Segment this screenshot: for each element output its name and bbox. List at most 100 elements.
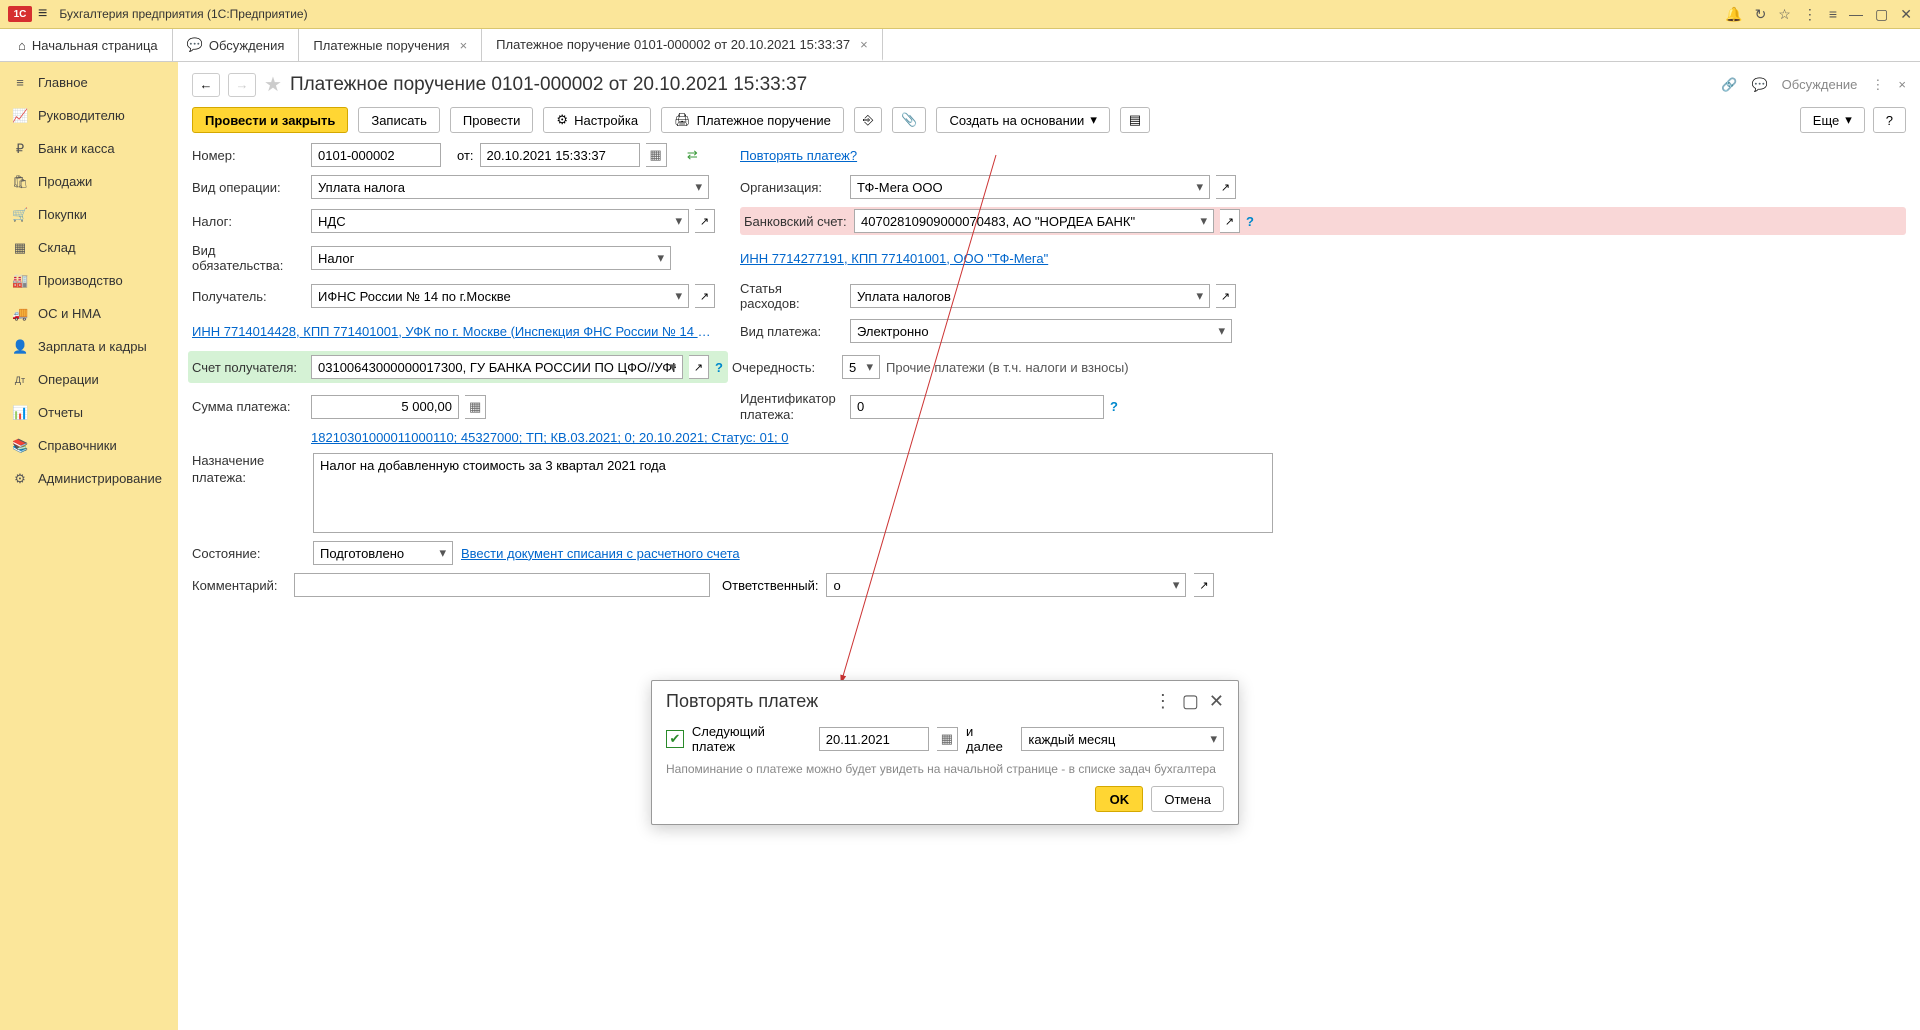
ok-button[interactable]: OK — [1095, 786, 1143, 812]
hamburger-icon[interactable]: ≡ — [38, 5, 47, 23]
open-icon[interactable]: ↗ — [1194, 573, 1214, 597]
open-icon[interactable]: ↗ — [695, 284, 715, 308]
recipient-inn-link[interactable]: ИНН 7714014428, КПП 771401001, УФК по г.… — [192, 324, 712, 339]
write-button[interactable]: Записать — [358, 107, 440, 133]
kebab-icon[interactable]: ⋮ — [1871, 77, 1884, 93]
post-close-button[interactable]: Провести и закрыть — [192, 107, 348, 133]
responsible-value: о — [833, 578, 840, 593]
create-based-label: Создать на основании — [949, 113, 1084, 128]
sidebar-item-main[interactable]: ≡Главное — [0, 66, 178, 99]
requisites-link[interactable]: 18210301000011000110; 45327000; ТП; КВ.0… — [311, 430, 789, 445]
state-select[interactable]: Подготовлено — [313, 541, 453, 565]
open-icon[interactable]: ↗ — [1216, 284, 1236, 308]
sidebar-item-purchases[interactable]: 🛒Покупки — [0, 198, 178, 231]
more-button[interactable]: Еще ▾ — [1800, 107, 1865, 133]
open-icon[interactable]: ↗ — [689, 355, 709, 379]
close-window-icon[interactable]: ✕ — [1900, 6, 1912, 23]
tab-payment-orders[interactable]: Платежные поручения × — [299, 29, 482, 61]
close-doc-icon[interactable]: × — [1898, 77, 1906, 92]
comment-input[interactable] — [294, 573, 710, 597]
sidebar-item-assets[interactable]: 🚚ОС и НМА — [0, 297, 178, 330]
star-icon[interactable]: ☆ — [1778, 6, 1791, 23]
close-icon[interactable]: × — [860, 37, 868, 52]
nav-back-button[interactable]: ← — [192, 73, 220, 97]
sidebar-item-admin[interactable]: ⚙Администрирование — [0, 462, 178, 495]
sidebar-item-sales[interactable]: 🛍Продажи — [0, 165, 178, 198]
sidebar-item-operations[interactable]: ДтОперации — [0, 363, 178, 396]
sidebar-item-hr[interactable]: 👤Зарплата и кадры — [0, 330, 178, 363]
period-select[interactable]: каждый месяц — [1021, 727, 1224, 751]
maximize-icon[interactable]: ▢ — [1875, 6, 1888, 23]
sidebar-item-manager[interactable]: 📈Руководителю — [0, 99, 178, 132]
next-date-input[interactable] — [819, 727, 929, 751]
amount-input[interactable] — [311, 395, 459, 419]
tax-select[interactable]: НДС — [311, 209, 689, 233]
help-icon[interactable]: ? — [715, 360, 723, 375]
post-button[interactable]: Провести — [450, 107, 534, 133]
favorite-star-icon[interactable]: ★ — [264, 72, 282, 97]
payment-order-button[interactable]: 🖨Платежное поручение — [661, 107, 844, 133]
open-icon[interactable]: ↗ — [1220, 209, 1240, 233]
close-icon[interactable]: × — [460, 38, 468, 53]
discussion-label[interactable]: Обсуждение — [1782, 77, 1858, 92]
recipient-select[interactable]: ИФНС России № 14 по г.Москве — [311, 284, 689, 308]
repeat-payment-link[interactable]: Повторять платеж? — [740, 148, 857, 163]
content: ← → ★ Платежное поручение 0101-000002 от… — [178, 62, 1920, 1030]
optype-select[interactable]: Уплата налога — [311, 175, 709, 199]
sidebar-item-production[interactable]: 🏭Производство — [0, 264, 178, 297]
calc-icon[interactable]: ▦ — [465, 395, 486, 419]
create-based-button[interactable]: Создать на основании ▾ — [936, 107, 1109, 133]
org-inn-link[interactable]: ИНН 7714277191, КПП 771401001, ООО "ТФ-М… — [740, 251, 1048, 266]
link-icon[interactable]: 🔗 — [1721, 77, 1737, 93]
expense-select[interactable]: Уплата налогов — [850, 284, 1210, 308]
bag-icon: 🛍 — [12, 174, 28, 190]
settings-button[interactable]: ⚙Настройка — [543, 107, 651, 133]
history-icon[interactable]: ↻ — [1755, 6, 1767, 23]
kebab-icon[interactable]: ⋮ — [1154, 691, 1172, 712]
priority-select[interactable]: 5 — [842, 355, 880, 379]
sidebar-item-bank[interactable]: ₽Банк и касса — [0, 132, 178, 165]
tab-discussions-label: Обсуждения — [209, 38, 285, 53]
titlebar: 1C ≡ Бухгалтерия предприятия (1С:Предпри… — [0, 0, 1920, 29]
date-input[interactable] — [480, 143, 640, 167]
discussion-icon[interactable]: 💬 — [1751, 77, 1767, 93]
bell-icon[interactable]: 🔔 — [1725, 6, 1742, 23]
cancel-button[interactable]: Отмена — [1151, 786, 1224, 812]
attach-button[interactable]: 📎 — [892, 107, 926, 133]
open-icon[interactable]: ↗ — [1216, 175, 1236, 199]
obligation-select[interactable]: Налог — [311, 246, 671, 270]
help-icon[interactable]: ? — [1110, 399, 1118, 414]
help-icon[interactable]: ? — [1246, 214, 1254, 229]
sidebar-item-catalogs[interactable]: 📚Справочники — [0, 429, 178, 462]
calendar-icon[interactable]: ▦ — [646, 143, 667, 167]
dt-kt-button[interactable]: ▤ — [1120, 107, 1150, 133]
nav-forward-button[interactable]: → — [228, 73, 256, 97]
org-select[interactable]: ТФ-Мега ООО — [850, 175, 1210, 199]
exchange-icon[interactable]: ⇄ — [687, 147, 698, 163]
purpose-textarea[interactable] — [313, 453, 1273, 533]
recip-acc-select[interactable]: 03100643000000017300, ГУ БАНКА РОССИИ ПО… — [311, 355, 683, 379]
tab-payment-order-doc[interactable]: Платежное поручение 0101-000002 от 20.10… — [482, 29, 882, 61]
paytype-select[interactable]: Электронно — [850, 319, 1232, 343]
bank-select[interactable]: 40702810909000070483, АО "НОРДЕА БАНК" — [854, 209, 1214, 233]
sidebar: ≡Главное 📈Руководителю ₽Банк и касса 🛍Пр… — [0, 62, 178, 1030]
close-icon[interactable]: ✕ — [1209, 691, 1224, 712]
maximize-icon[interactable]: ▢ — [1182, 691, 1199, 712]
sidebar-item-reports[interactable]: 📊Отчеты — [0, 396, 178, 429]
app-logo: 1C — [8, 6, 32, 22]
ident-input[interactable] — [850, 395, 1104, 419]
minimize-icon[interactable]: — — [1849, 6, 1863, 22]
structure-button[interactable]: ⎆ — [854, 107, 882, 133]
sidebar-item-stock[interactable]: ▦Склад — [0, 231, 178, 264]
open-icon[interactable]: ↗ — [695, 209, 715, 233]
more-lines-icon[interactable]: ≡ — [1829, 6, 1837, 22]
next-payment-checkbox[interactable]: ✔ — [666, 730, 684, 748]
create-writeoff-link[interactable]: Ввести документ списания с расчетного сч… — [461, 546, 740, 561]
number-input[interactable] — [311, 143, 441, 167]
responsible-select[interactable]: о — [826, 573, 1186, 597]
help-button[interactable]: ? — [1873, 107, 1906, 133]
options-icon[interactable]: ⋮ — [1803, 6, 1817, 23]
tab-home[interactable]: ⌂ Начальная страница — [4, 29, 173, 61]
tab-discussions[interactable]: 💬 Обсуждения — [173, 29, 300, 61]
calendar-icon[interactable]: ▦ — [937, 727, 958, 751]
